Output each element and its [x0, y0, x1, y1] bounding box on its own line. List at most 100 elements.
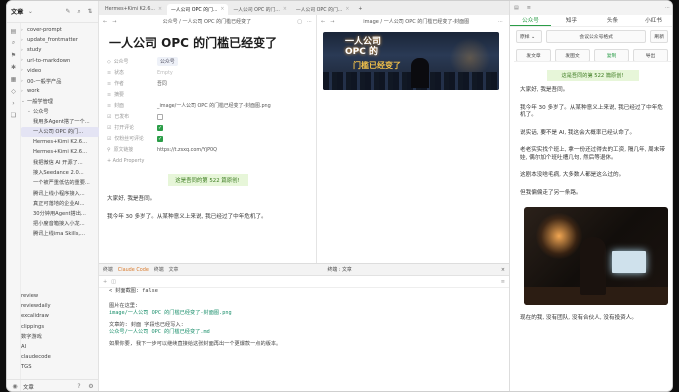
tree-item[interactable]: › cover-prompt — [21, 25, 99, 35]
new-tab-icon[interactable]: + — [354, 4, 366, 15]
property-row[interactable]: ≡ 摘要 — [107, 89, 308, 100]
tree-item[interactable]: › work — [21, 86, 99, 96]
split-icon[interactable]: ◫ — [111, 279, 116, 285]
property-row[interactable]: ≡ 封面 _image/一人公司 OPC 的门槛已经变了-封面图.png — [107, 100, 308, 111]
format-button[interactable]: 会议公众号格式 — [546, 30, 647, 43]
folder-item[interactable]: clippings — [21, 322, 99, 332]
terminal-tab[interactable]: 文章 — [169, 266, 179, 273]
fans-only-checkbox[interactable]: ✓ — [157, 135, 163, 142]
tree-item[interactable]: 我把微信 AI 开源了... — [21, 157, 99, 167]
search-icon[interactable]: ⌕ — [75, 8, 83, 16]
theme-select[interactable]: 原样 ⌄ — [516, 30, 542, 43]
tree-item[interactable]: 接入Seedance 2.0... — [21, 168, 99, 178]
tab-xiaohongshu[interactable]: 小红书 — [633, 15, 672, 26]
forward-icon[interactable]: → — [330, 19, 334, 25]
property-row[interactable]: ☑ 已发布 — [107, 111, 308, 122]
settings-icon[interactable]: ⚙ — [87, 383, 95, 391]
refresh-button[interactable]: 刷新 — [650, 30, 668, 43]
tab[interactable]: 一人公司 OPC 的门... × — [292, 4, 353, 15]
vault-title[interactable]: 文章 — [11, 7, 23, 16]
forward-icon[interactable]: → — [112, 19, 116, 25]
folder-item[interactable]: 数字游戏 — [21, 332, 99, 342]
reading-mode-icon[interactable]: ▢ — [297, 19, 302, 25]
folder-item[interactable]: reviewdaily — [21, 301, 99, 311]
canvas-icon[interactable]: ◇ — [10, 87, 18, 95]
close-icon[interactable]: × — [283, 7, 287, 12]
text-icon: ≡ — [107, 80, 112, 87]
folder-item[interactable]: AI — [21, 342, 99, 352]
graph-icon[interactable]: ✱ — [10, 63, 18, 71]
back-icon[interactable]: ← — [321, 19, 325, 25]
vault-switcher[interactable]: ◉ 文章 ? ⚙ — [7, 379, 99, 391]
more-icon[interactable]: ⋯ — [307, 19, 312, 25]
panel-icon[interactable]: ▤ — [514, 5, 519, 11]
new-terminal-icon[interactable]: + — [103, 279, 107, 285]
close-icon[interactable]: × — [501, 267, 505, 273]
chevron-down-icon[interactable]: ⌄ — [26, 8, 34, 16]
property-row[interactable]: ≡ 状态 Empty — [107, 67, 308, 78]
paragraph: 我今年 30 多岁了。从某种意义上来说, 我已经过了中年危机了。 — [520, 104, 663, 119]
bookmark-icon[interactable]: ⚑ — [10, 51, 18, 59]
templates-icon[interactable]: ❏ — [10, 111, 18, 119]
tree-item[interactable]: › 00-一般学产品 — [21, 76, 99, 86]
tree-item[interactable]: Hermes+Kimi K2.6... — [21, 147, 99, 157]
tab-active[interactable]: 一人公司 OPC 的门... × — [166, 4, 229, 15]
tree-item[interactable]: 一个被严重低估的重要... — [21, 178, 99, 188]
files-icon[interactable]: ▤ — [10, 27, 18, 35]
property-row[interactable]: ◇ 公众号 公众号 — [107, 56, 308, 67]
tree-item[interactable]: › update_frontmatter — [21, 35, 99, 45]
close-icon[interactable]: × — [158, 7, 162, 12]
property-row[interactable]: ⚲ 原文链接 https://t.zsxq.com/YjP0Q — [107, 144, 308, 155]
comments-checkbox[interactable]: ✓ — [157, 124, 163, 131]
tab-zhihu[interactable]: 知乎 — [551, 15, 592, 26]
tree-item[interactable]: 30分钟用Agent搭出... — [21, 208, 99, 218]
add-property-button[interactable]: + Add Property — [107, 155, 308, 166]
checkbox-prop-icon: ☑ — [107, 113, 112, 120]
tab[interactable]: 一人公司 OPC 的门... × — [229, 4, 290, 15]
claude-code-tab[interactable]: Claude Code — [118, 267, 149, 273]
paragraph[interactable]: 我今年 30 多岁了。从某种意义上来说, 我已经过了中年危机了。 — [99, 214, 316, 222]
property-row[interactable]: ☑ 仅粉丝可评论 ✓ — [107, 133, 308, 144]
checkbox-prop-icon: ☑ — [107, 124, 112, 131]
calendar-icon[interactable]: ▦ — [10, 75, 18, 83]
new-note-icon[interactable]: ✎ — [64, 8, 72, 16]
close-icon[interactable]: × — [220, 7, 224, 12]
published-checkbox[interactable] — [157, 113, 163, 120]
note-title[interactable]: 一人公司 OPC 的门槛已经变了 — [99, 28, 316, 56]
tree-item[interactable]: ⌄ 一般学管理 — [21, 96, 99, 106]
terminal-output[interactable]: < 封面截图: false 图片在这里: image/一人公司 OPC 的门槛已… — [99, 288, 509, 348]
help-icon[interactable]: ? — [75, 383, 83, 391]
more-icon[interactable]: ⋯ — [665, 5, 670, 11]
tree-item[interactable]: 把小度音箱接入小龙... — [21, 219, 99, 229]
tree-item[interactable]: 我用多Agent搭了一个... — [21, 117, 99, 127]
terminal-tab[interactable]: 终端 — [154, 266, 164, 273]
menu-icon[interactable]: ≡ — [501, 279, 505, 285]
outline-icon[interactable]: ≡ — [527, 5, 531, 11]
tree-item[interactable]: 真正可落地的企业AI... — [21, 198, 99, 208]
paragraph[interactable]: 大家好, 我是吾同。 — [99, 196, 316, 204]
property-row[interactable]: ≡ 作者 吾同 — [107, 78, 308, 89]
more-icon[interactable]: ⋯ — [498, 19, 503, 25]
folder-item[interactable]: claudecode — [21, 352, 99, 362]
close-icon[interactable]: × — [345, 7, 349, 12]
tree-item[interactable]: › video — [21, 66, 99, 76]
tab-wechat[interactable]: 公众号 — [510, 15, 551, 26]
tree-item[interactable]: › study — [21, 45, 99, 55]
terminal-icon[interactable]: › — [10, 99, 18, 107]
property-row[interactable]: ☑ 打开评论 ✓ — [107, 122, 308, 133]
tree-item[interactable]: 腾讯上线ima Skills,... — [21, 229, 99, 239]
tree-item[interactable]: ⌄ 公众号 — [21, 107, 99, 117]
back-icon[interactable]: ← — [103, 19, 107, 25]
tree-item[interactable]: Hermes+Kimi K2.6... — [21, 137, 99, 147]
tab-toutiao[interactable]: 头条 — [592, 15, 633, 26]
tab[interactable]: Hermes+Kimi K2.6... × — [101, 4, 166, 15]
folder-item[interactable]: TGS — [21, 362, 99, 372]
tree-item[interactable]: 腾讯上线小程序接入... — [21, 188, 99, 198]
tree-item-active[interactable]: 一人公司 OPC 的门... — [21, 126, 99, 138]
sort-icon[interactable]: ⇅ — [86, 8, 94, 16]
folder-item[interactable]: excalidraw — [21, 311, 99, 321]
folder-item[interactable]: review — [21, 291, 99, 301]
terminal-tab[interactable]: 终端 — [103, 266, 113, 273]
search-icon[interactable]: ⌕ — [10, 39, 18, 47]
tree-item[interactable]: › url-to-markdown — [21, 56, 99, 66]
